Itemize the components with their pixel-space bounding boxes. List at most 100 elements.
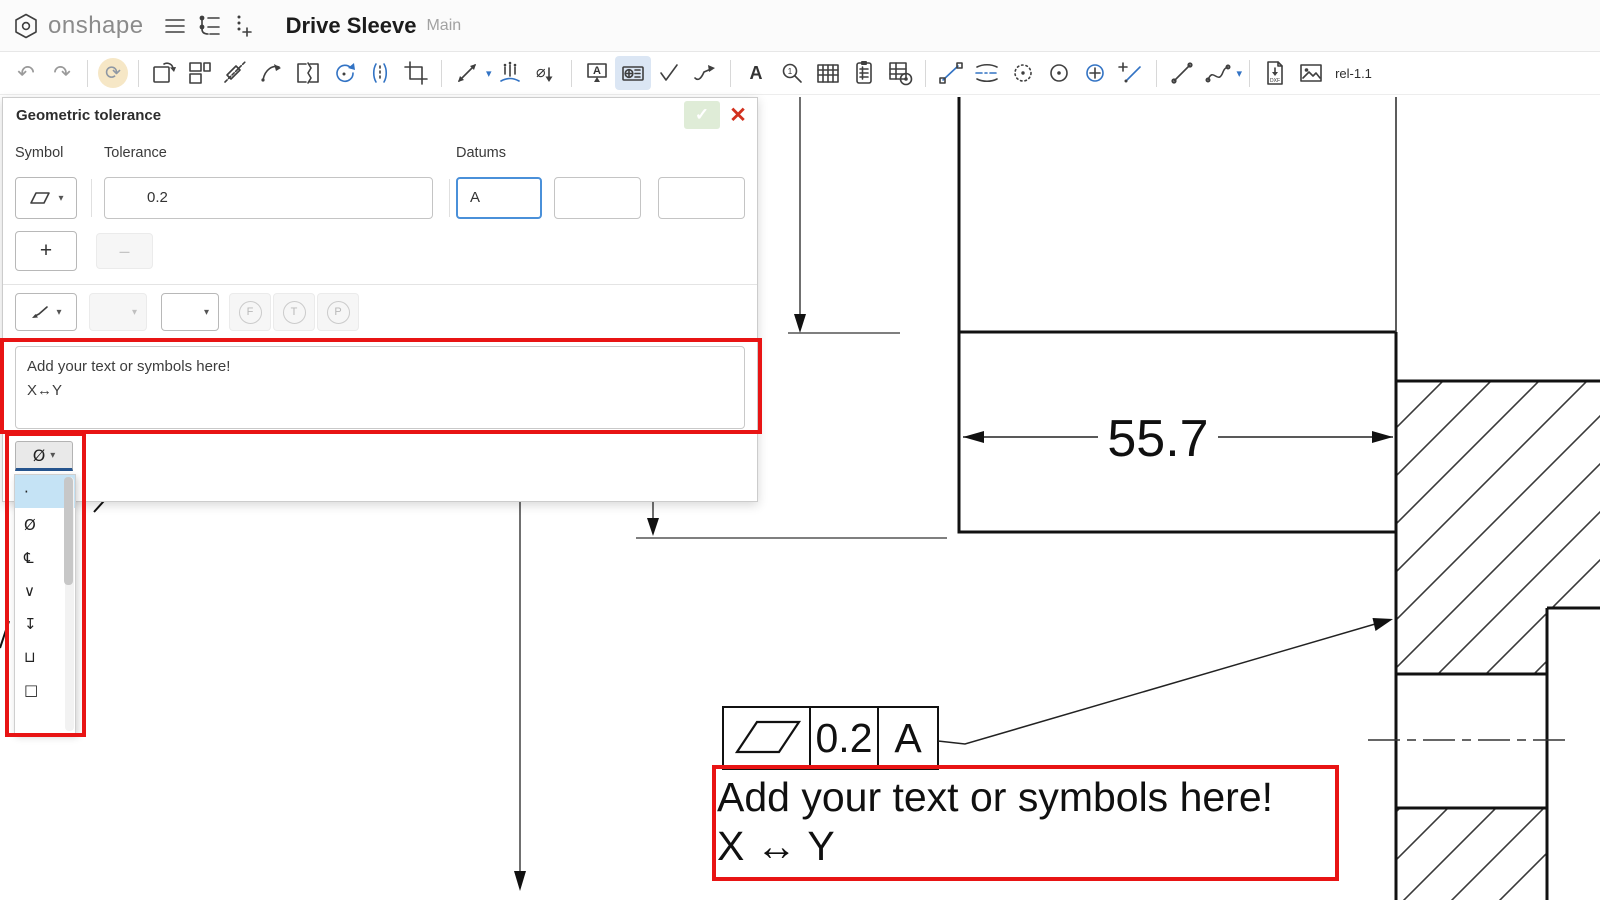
tolerance-input[interactable]: 0.2 [104, 177, 433, 219]
spline-dropdown-caret[interactable]: ▾ [1237, 67, 1243, 80]
crop-icon [403, 60, 429, 86]
tangent-plane-modifier-button[interactable]: T [273, 293, 315, 331]
export-dxf-button[interactable]: DXF [1257, 56, 1293, 90]
diameter-dimension-icon: ⌀ [533, 60, 559, 86]
release-label[interactable]: rel-1.1 [1335, 66, 1372, 81]
update-views-icon [331, 60, 357, 86]
refresh-button[interactable]: ⟳ [95, 56, 131, 90]
insert-element-button[interactable] [226, 9, 260, 43]
feature-control-frame[interactable]: 0.2 A [723, 618, 1393, 769]
dimension-dropdown-caret[interactable]: ▾ [486, 67, 492, 80]
svg-text:A: A [749, 63, 762, 83]
close-button[interactable]: ✕ [724, 101, 752, 129]
center-mark-icon [1010, 60, 1036, 86]
bom-table-icon [851, 60, 877, 86]
spline-button[interactable] [1200, 56, 1236, 90]
spline-icon [1205, 60, 1231, 86]
insert-view-button[interactable] [146, 56, 182, 90]
table-button[interactable] [810, 56, 846, 90]
annotation-box-textarea [0, 338, 762, 434]
dialog-divider [3, 284, 757, 285]
circle-plus-icon [1082, 60, 1108, 86]
extension-arrow-long [514, 502, 526, 891]
toolbar-separator [1249, 60, 1250, 87]
svg-text:DXF: DXF [1270, 78, 1280, 84]
document-title[interactable]: Drive Sleeve [286, 13, 417, 39]
projected-view-button[interactable] [182, 56, 218, 90]
toolbar-separator [571, 60, 572, 87]
chevron-down-icon: ▾ [58, 193, 63, 204]
leader-option-select-disabled[interactable]: ▾ [89, 293, 147, 331]
toolbar-separator [730, 60, 731, 87]
broken-view-button[interactable] [290, 56, 326, 90]
leader-arrow-icon [30, 304, 50, 321]
datum-input-3[interactable] [658, 177, 745, 219]
datum-leader-button[interactable] [1113, 56, 1149, 90]
ordinate-dimension-button[interactable] [492, 56, 528, 90]
crop-view-button[interactable] [398, 56, 434, 90]
undo-button[interactable]: ↶ [8, 56, 44, 90]
leader-style-select[interactable]: ▾ [15, 293, 77, 331]
note-button[interactable]: A [579, 56, 615, 90]
hamburger-icon [163, 14, 187, 38]
chevron-down-icon: ▾ [132, 307, 137, 318]
line-icon [1169, 60, 1195, 86]
toolbar-separator [925, 60, 926, 87]
toolbar-separator [87, 60, 88, 87]
table-icon [815, 60, 841, 86]
app-header: onshape Drive Sleeve Main [0, 0, 1600, 52]
projected-zone-modifier-button[interactable]: P [317, 293, 359, 331]
line-button[interactable] [1164, 56, 1200, 90]
toolbar-separator [441, 60, 442, 87]
circle-center-button[interactable] [1041, 56, 1077, 90]
bom-table-button[interactable] [846, 56, 882, 90]
dimension-55-7[interactable]: 55.7 [963, 410, 1393, 468]
section-hatch-upper [1396, 381, 1600, 674]
svg-text:⌀: ⌀ [536, 64, 546, 81]
toolbar-separator [1156, 60, 1157, 87]
dimension-button[interactable] [449, 56, 485, 90]
hole-table-button[interactable] [882, 56, 918, 90]
insert-image-button[interactable] [1293, 56, 1329, 90]
workspace-label[interactable]: Main [426, 17, 461, 35]
center-mark-button[interactable] [1005, 56, 1041, 90]
remove-row-button[interactable]: – [96, 233, 153, 269]
undo-icon: ↶ [17, 63, 35, 84]
main-menu-button[interactable] [158, 9, 192, 43]
centerline-button[interactable] [969, 56, 1005, 90]
free-state-modifier-button[interactable]: F [229, 293, 271, 331]
add-row-button[interactable]: + [15, 231, 77, 271]
datum-input-1[interactable]: A [456, 177, 542, 219]
detail-view-button[interactable] [254, 56, 290, 90]
geometric-tolerance-button[interactable] [615, 56, 651, 90]
circled-f-icon: F [239, 301, 262, 324]
break-out-icon [367, 60, 393, 86]
diameter-dimension-button[interactable]: ⌀ [528, 56, 564, 90]
text-button[interactable]: A [738, 56, 774, 90]
ordinate-dimension-icon [497, 60, 523, 86]
circle-plus-button[interactable] [1077, 56, 1113, 90]
chevron-down-icon: ▾ [204, 307, 209, 318]
update-views-button[interactable] [326, 56, 362, 90]
datum-input-2[interactable] [554, 177, 641, 219]
versions-history-icon [196, 13, 222, 39]
centerline-two-points-button[interactable] [933, 56, 969, 90]
versions-button[interactable] [192, 9, 226, 43]
break-out-button[interactable] [362, 56, 398, 90]
confirm-button[interactable]: ✓ [684, 101, 720, 129]
annotation-box-drawing-note [712, 765, 1339, 881]
section-view-button[interactable] [218, 56, 254, 90]
find-button[interactable]: 1 [774, 56, 810, 90]
dimension-icon [454, 60, 480, 86]
arrow-style-select[interactable]: ▾ [161, 293, 219, 331]
tolerance-label: Tolerance [104, 145, 167, 161]
redo-button[interactable]: ↷ [44, 56, 80, 90]
fcf-datum: A [894, 715, 922, 761]
symbol-select[interactable]: ▾ [15, 177, 77, 219]
dimension-value[interactable]: 55.7 [1107, 410, 1208, 468]
field-separator [91, 179, 92, 217]
weld-symbol-button[interactable] [687, 56, 723, 90]
section-hatch-lower [1396, 808, 1547, 900]
surface-finish-button[interactable] [651, 56, 687, 90]
projected-view-icon [187, 60, 213, 86]
